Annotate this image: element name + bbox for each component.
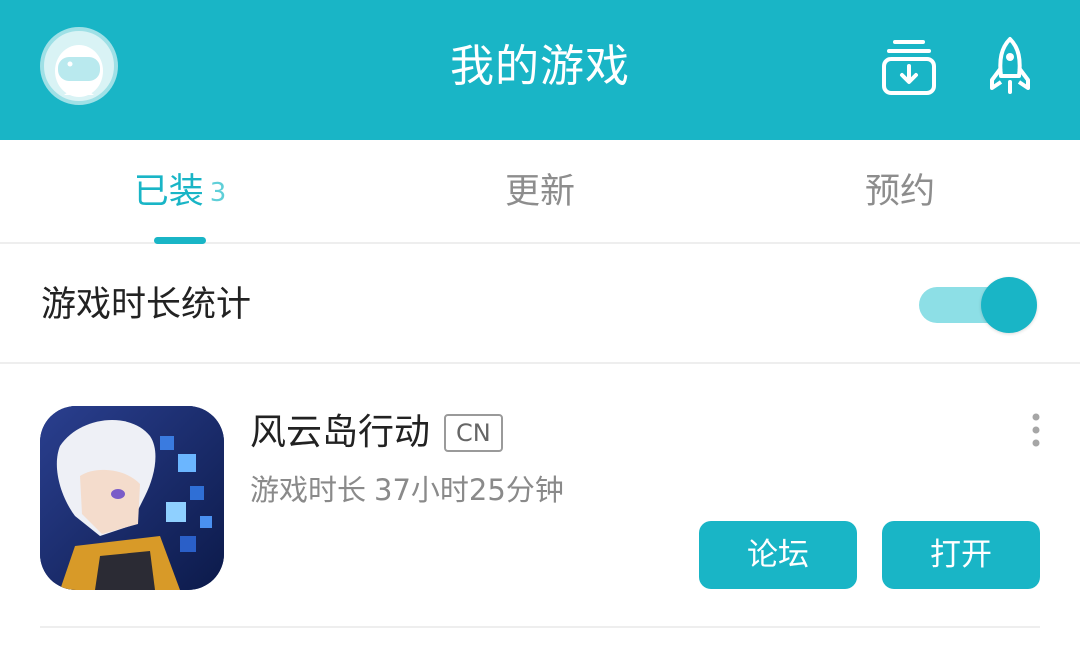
game-icon[interactable] [40, 406, 224, 590]
game-artwork [40, 406, 224, 590]
rocket-icon[interactable] [985, 36, 1035, 96]
download-manager-icon[interactable] [881, 38, 937, 96]
game-name: 风云岛行动 [250, 412, 431, 453]
playtime-label: 游戏时长 [250, 473, 367, 507]
playtime-value: 37小时25分钟 [374, 473, 564, 507]
tab-active-indicator [154, 237, 206, 244]
tab-bar: 已装 3 更新 预约 [0, 140, 1080, 244]
game-playtime: 游戏时长 37小时25分钟 [250, 470, 564, 510]
toggle-knob [981, 277, 1037, 333]
tab-reservations[interactable]: 预约 [720, 140, 1080, 244]
tab-updates-label: 更新 [504, 172, 575, 212]
tab-installed-count: 3 [209, 178, 227, 208]
tab-updates[interactable]: 更新 [360, 140, 720, 244]
tab-installed-label: 已装 [133, 172, 204, 212]
tab-reservations-label: 预约 [864, 172, 935, 212]
list-divider [40, 626, 1040, 628]
more-options-icon[interactable] [1022, 412, 1050, 448]
open-game-button[interactable]: 打开 [882, 521, 1040, 589]
game-list-item[interactable]: 风云岛行动 CN 游戏时长 37小时25分钟 论坛 打开 [0, 366, 1080, 628]
app-header: 我的游戏 [0, 0, 1080, 140]
tab-installed[interactable]: 已装 3 [0, 140, 360, 244]
playtime-stats-row: 游戏时长统计 [0, 246, 1080, 364]
region-badge: CN [444, 414, 503, 452]
forum-button[interactable]: 论坛 [699, 521, 857, 589]
playtime-stats-label: 游戏时长统计 [41, 285, 252, 325]
playtime-stats-toggle[interactable] [919, 277, 1037, 333]
